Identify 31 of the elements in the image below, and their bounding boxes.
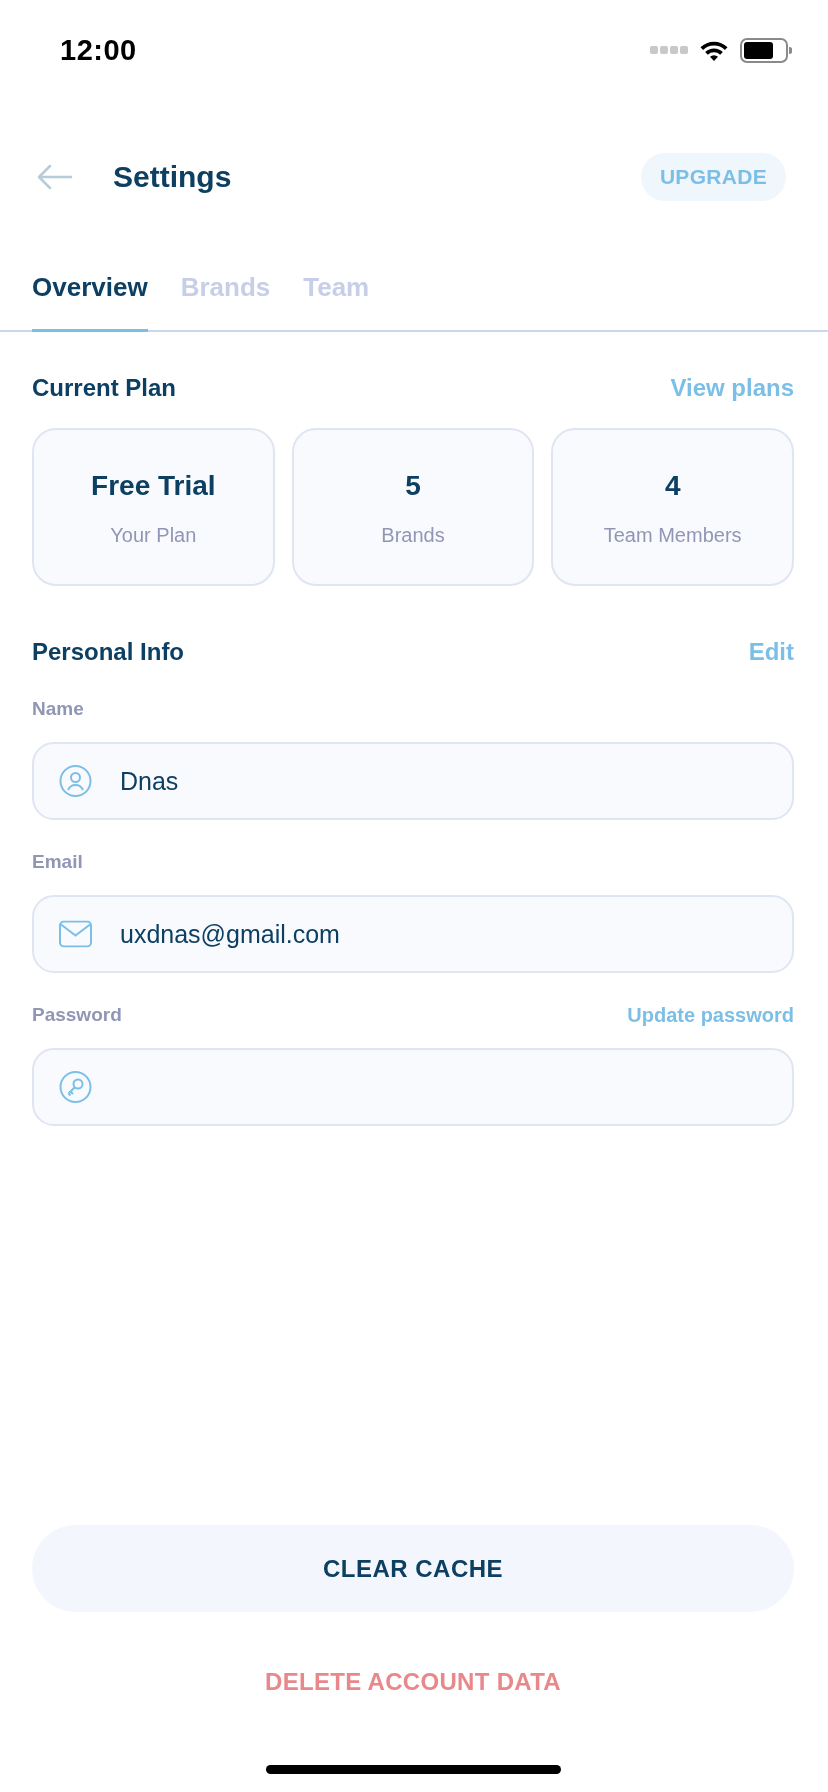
- section-heading: Current Plan: [32, 374, 177, 402]
- field-label: Password: [32, 1004, 122, 1026]
- user-icon: [59, 764, 92, 798]
- name-field[interactable]: Dnas: [32, 742, 794, 820]
- tab[interactable]: Team: [303, 254, 370, 332]
- card-label: Brands: [381, 523, 445, 547]
- card-value: 4: [664, 470, 681, 502]
- edit-link[interactable]: Edit: [748, 638, 794, 666]
- card-label: Team Members: [603, 523, 742, 547]
- field-label: Name: [32, 698, 84, 720]
- field-label: Email: [32, 851, 83, 873]
- section-heading: Personal Info: [32, 638, 185, 666]
- password-field[interactable]: [32, 1048, 794, 1126]
- delete-account-button[interactable]: DELETE ACCOUNT DATA: [261, 1665, 565, 1699]
- key-icon: [59, 1070, 92, 1104]
- tab[interactable]: Brands: [180, 254, 271, 332]
- battery-icon: [740, 37, 792, 63]
- view-plans-link[interactable]: View plans: [670, 374, 794, 402]
- card-label: Your Plan: [110, 523, 197, 547]
- email-field[interactable]: uxdnas@gmail.com: [32, 895, 794, 973]
- upgrade-button[interactable]: UPGRADE: [640, 153, 786, 201]
- mail-icon: [59, 920, 92, 948]
- signal-icon: [650, 45, 688, 55]
- screen-title: Settings: [113, 160, 232, 194]
- card-value: 5: [405, 470, 421, 502]
- back-arrow-icon[interactable]: [37, 164, 73, 190]
- tab[interactable]: Overview: [32, 254, 148, 332]
- card-value: Free Trial: [91, 470, 216, 502]
- update-password-link[interactable]: Update password: [627, 1003, 794, 1027]
- clear-cache-button[interactable]: CLEAR CACHE: [32, 1525, 794, 1612]
- status-time: 12:00: [60, 33, 137, 67]
